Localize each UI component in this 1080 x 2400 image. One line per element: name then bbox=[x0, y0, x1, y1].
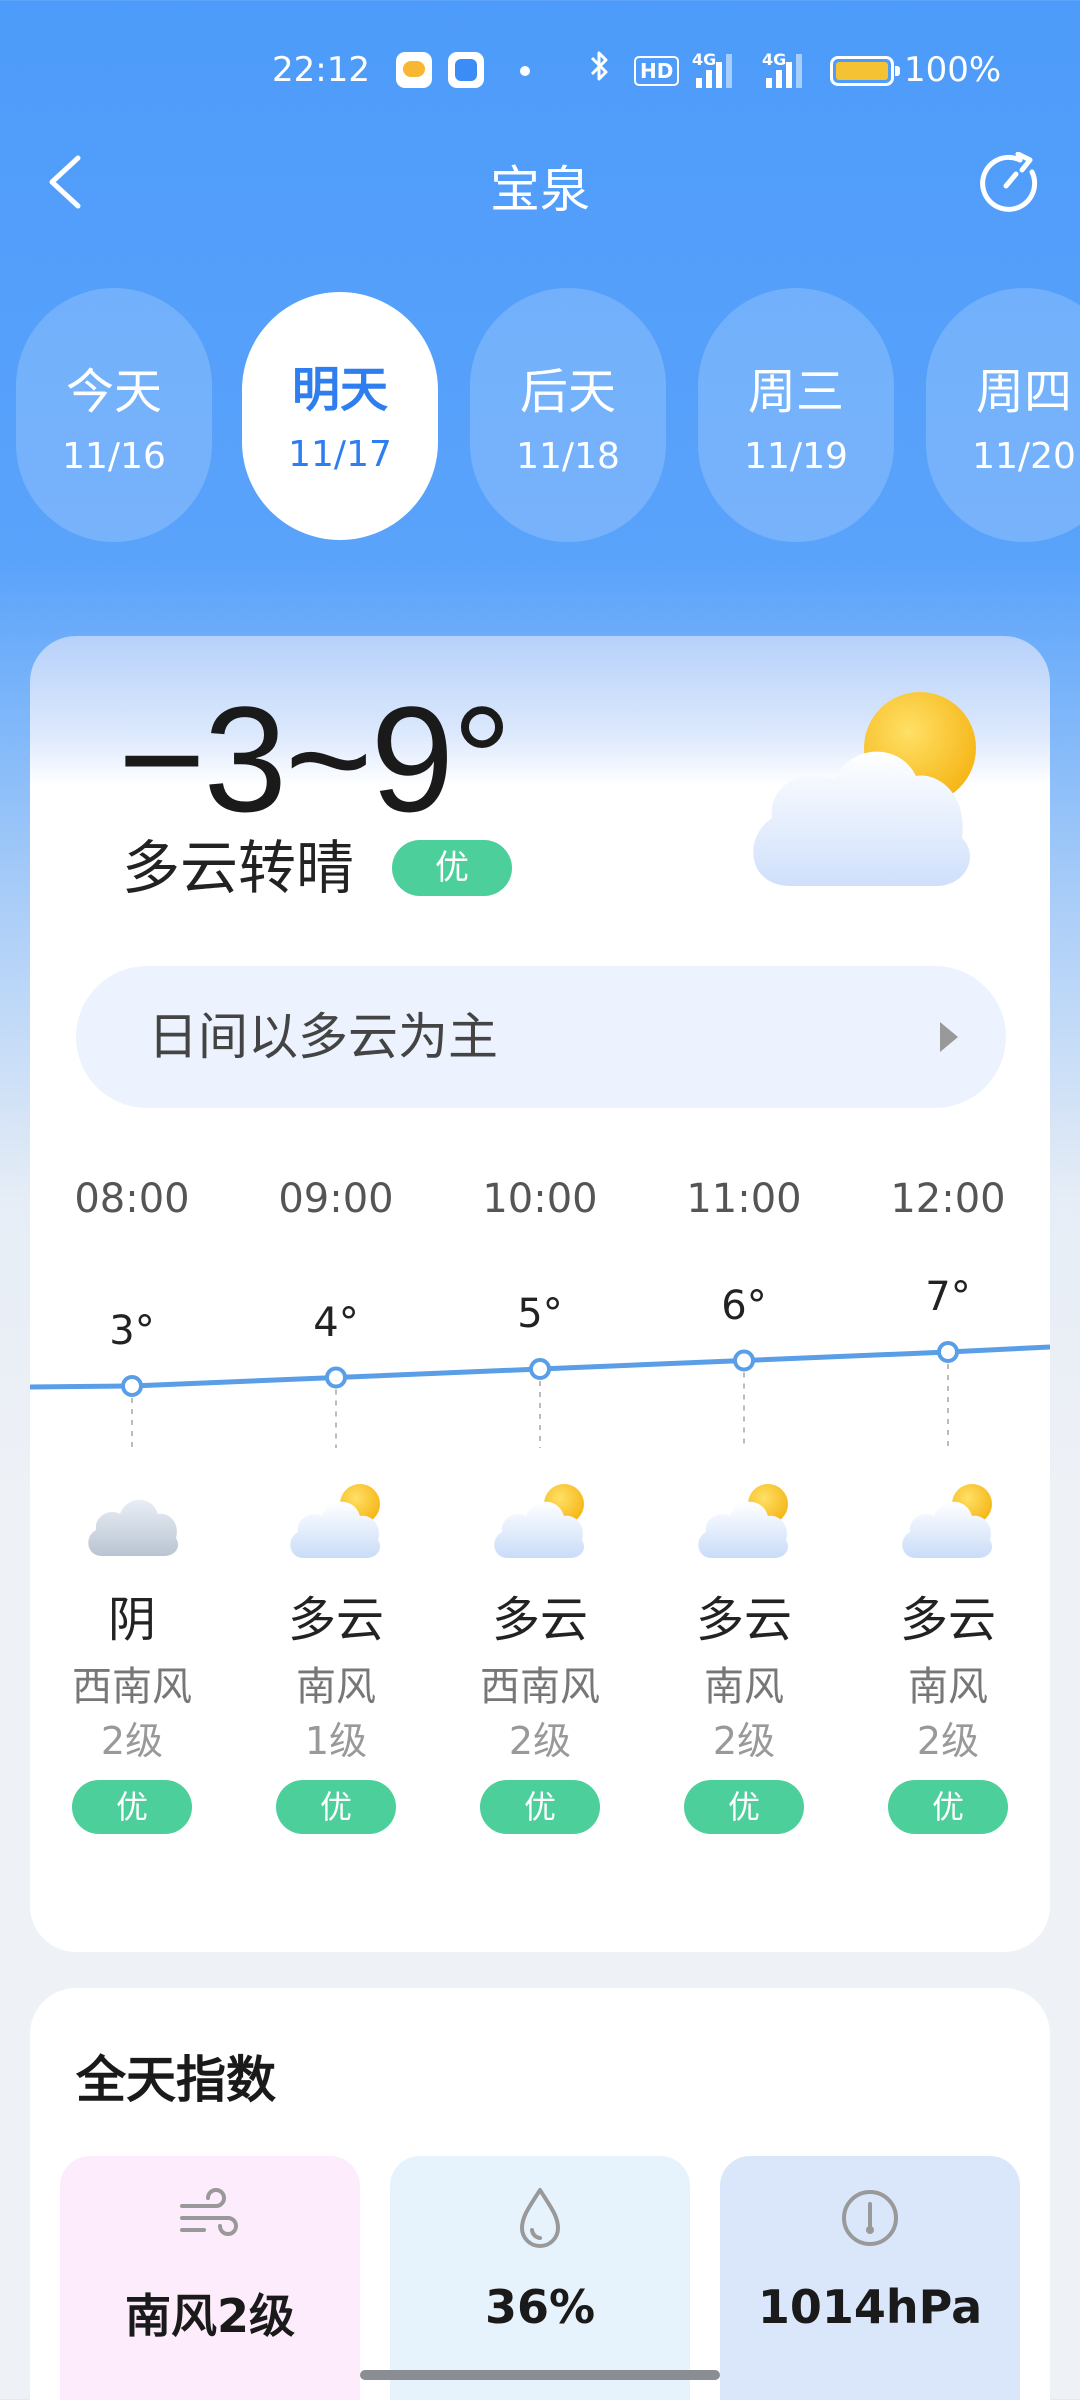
page-title: 宝泉 bbox=[490, 161, 590, 219]
app-notification-icon bbox=[448, 52, 484, 88]
day-tab-date: 11/19 bbox=[744, 436, 848, 477]
temperature-point bbox=[325, 1366, 347, 1389]
cloud-sun-icon bbox=[694, 1482, 794, 1562]
day-tab-date: 11/16 bbox=[62, 436, 166, 477]
refresh-icon bbox=[980, 151, 1038, 212]
battery-icon bbox=[830, 56, 900, 86]
signal-strength-icon: 4G bbox=[762, 50, 812, 88]
day-tab-name: 今天 bbox=[65, 364, 162, 420]
day-tab[interactable]: 周四 11/20 bbox=[926, 288, 1080, 542]
pressure-gauge-icon bbox=[836, 2184, 904, 2252]
overcast-icon bbox=[82, 1482, 182, 1562]
cloud-sun-icon bbox=[898, 1482, 998, 1562]
hourly-forecast: 08:00 3° 阴西南风 2级优 09:00 4° 多云南风 1级优 10:00 5° 多云西南风… bbox=[30, 1176, 1050, 1936]
hourly-temperature: 5° bbox=[517, 1291, 563, 1337]
day-tab-date: 11/20 bbox=[972, 436, 1076, 477]
cloud-sun-icon bbox=[286, 1482, 386, 1562]
day-tab-name: 后天 bbox=[519, 364, 616, 420]
hourly-aqi-badge: 优 bbox=[480, 1780, 600, 1834]
temperature-point bbox=[937, 1341, 959, 1363]
chevron-right-icon bbox=[940, 1022, 958, 1052]
day-tab-date: 11/18 bbox=[516, 436, 620, 477]
pressure-index-tile[interactable]: 1014hPa bbox=[720, 2156, 1020, 2400]
hourly-wind-direction: 西南风 bbox=[72, 1664, 192, 1710]
hourly-condition: 阴 bbox=[107, 1592, 156, 1648]
hourly-condition: 多云 bbox=[287, 1592, 384, 1648]
bluetooth-icon bbox=[588, 48, 612, 93]
hourly-wind-level: 2级 bbox=[508, 1719, 572, 1763]
day-tab[interactable]: 今天 11/16 bbox=[16, 288, 212, 542]
hourly-wind-level: 2级 bbox=[100, 1719, 164, 1763]
day-tab[interactable]: 周三 11/19 bbox=[698, 288, 894, 542]
hourly-aqi-badge: 优 bbox=[684, 1780, 804, 1834]
hourly-time: 11:00 bbox=[686, 1176, 802, 1222]
cloud-sun-icon bbox=[490, 1482, 590, 1562]
forecast-card: −3~9° 多云转晴 优 日间以多云为主 08:00 3° 阴西南风 2级优 09:00… bbox=[30, 636, 1050, 1952]
network-type-label: 4G bbox=[692, 50, 717, 69]
temperature-point bbox=[733, 1349, 755, 1372]
hourly-temperature: 3° bbox=[109, 1308, 155, 1354]
indices-title: 全天指数 bbox=[76, 2051, 276, 2109]
hourly-time: 12:00 bbox=[890, 1176, 1006, 1222]
status-time: 22:12 bbox=[272, 50, 370, 90]
battery-percentage: 100% bbox=[904, 50, 1002, 90]
hourly-wind-direction: 南风 bbox=[296, 1664, 376, 1710]
wind-index-value: 南风2级 bbox=[124, 2289, 295, 2343]
day-tab-name: 明天 bbox=[291, 362, 388, 418]
hourly-wind-direction: 南风 bbox=[908, 1664, 988, 1710]
hourly-wind-level: 2级 bbox=[916, 1719, 980, 1763]
hourly-temperature: 7° bbox=[925, 1274, 971, 1320]
air-quality-badge[interactable]: 优 bbox=[392, 840, 512, 896]
temperature-point bbox=[529, 1358, 551, 1380]
hourly-wind-level: 1级 bbox=[304, 1719, 368, 1763]
wind-icon bbox=[176, 2184, 244, 2252]
wind-index-tile[interactable]: 南风2级 bbox=[60, 2156, 360, 2400]
weather-description: 多云转晴 bbox=[122, 834, 355, 902]
day-tab[interactable]: 明天 11/17 bbox=[242, 292, 438, 540]
hourly-aqi-badge: 优 bbox=[72, 1780, 192, 1834]
day-tab-name: 周三 bbox=[747, 364, 844, 420]
hourly-wind-level: 2级 bbox=[712, 1719, 776, 1763]
daily-summary-text: 日间以多云为主 bbox=[148, 1008, 498, 1066]
humidity-value: 36% bbox=[484, 2280, 596, 2334]
hourly-time: 10:00 bbox=[482, 1176, 598, 1222]
weather-app-notification-icon bbox=[396, 52, 432, 88]
hourly-condition: 多云 bbox=[695, 1592, 792, 1648]
humidity-index-tile[interactable]: 36% bbox=[390, 2156, 690, 2400]
daily-indices-card: 全天指数 南风2级 36% 1014hPa bbox=[30, 1988, 1050, 2400]
hourly-time: 08:00 bbox=[74, 1176, 190, 1222]
more-notifications-dot-icon bbox=[520, 66, 530, 76]
signal-strength-icon: 4G bbox=[692, 50, 742, 88]
network-type-label: 4G bbox=[762, 50, 787, 69]
hourly-aqi-badge: 优 bbox=[888, 1780, 1008, 1834]
status-bar: 22:12 HD 4G 4G 100% bbox=[0, 0, 1080, 140]
hourly-wind-direction: 南风 bbox=[704, 1664, 784, 1710]
cloud-sun-icon bbox=[730, 688, 990, 888]
day-tab[interactable]: 后天 11/18 bbox=[470, 288, 666, 542]
day-tab-date: 11/17 bbox=[288, 434, 392, 475]
hourly-temperature: 6° bbox=[721, 1282, 767, 1329]
hd-voice-icon: HD bbox=[634, 56, 680, 86]
hourly-wind-direction: 西南风 bbox=[480, 1664, 600, 1710]
hourly-time: 09:00 bbox=[278, 1176, 394, 1222]
daily-summary-bar[interactable]: 日间以多云为主 bbox=[76, 966, 1006, 1108]
day-tab-name: 周四 bbox=[975, 364, 1072, 420]
hourly-condition: 多云 bbox=[491, 1592, 588, 1648]
hourly-condition: 多云 bbox=[899, 1592, 996, 1648]
pressure-value: 1014hPa bbox=[757, 2280, 983, 2334]
humidity-drop-icon bbox=[506, 2184, 574, 2252]
hourly-temperature: 4° bbox=[313, 1299, 359, 1346]
hourly-aqi-badge: 优 bbox=[276, 1780, 396, 1834]
refresh-button[interactable] bbox=[980, 151, 1044, 216]
temperature-point bbox=[121, 1375, 143, 1397]
home-indicator[interactable] bbox=[360, 2370, 720, 2380]
temperature-range: −3~9° bbox=[118, 675, 512, 843]
